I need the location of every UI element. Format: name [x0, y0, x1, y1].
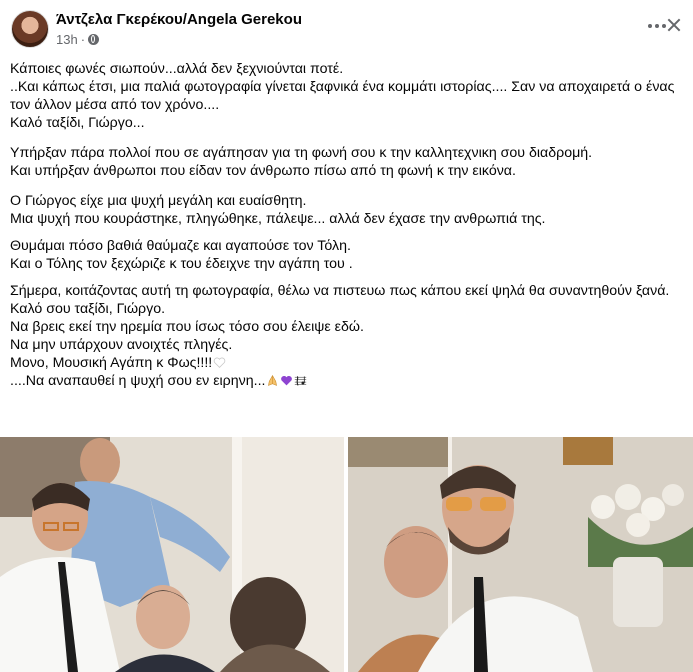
- globe-icon: [88, 34, 100, 45]
- author-avatar[interactable]: [11, 10, 49, 48]
- photo-1-image: [0, 437, 344, 672]
- author-name[interactable]: Άντζελα Γκερέκου/Angela Gerekou: [56, 11, 302, 28]
- post-photo-1[interactable]: [0, 437, 344, 672]
- white-heart-emoji: [214, 357, 226, 368]
- musical-score-emoji: [295, 376, 307, 386]
- paragraph-2: Υπήρξαν πάρα πολλοί που σε αγάπησαν για …: [10, 145, 593, 179]
- close-icon[interactable]: [663, 14, 685, 36]
- post-text: Κάποιες φωνές σιωπούν...αλλά δεν ξεχνιού…: [10, 60, 685, 399]
- post-time[interactable]: 13h: [56, 32, 78, 47]
- purple-heart-emoji: [281, 375, 293, 386]
- paragraph-5: Σήμερα, κοιτάζοντας αυτή τη φωτογραφία, …: [10, 283, 670, 389]
- post-photos: [0, 437, 693, 672]
- post-photo-2[interactable]: [348, 437, 693, 672]
- photo-2-image: [348, 437, 693, 672]
- praying-hands-emoji: [268, 375, 278, 386]
- paragraph-4: Θυμάμαι πόσο βαθιά θαύμαζε και αγαπούσε …: [10, 238, 353, 272]
- paragraph-1: Κάποιες φωνές σιωπούν...αλλά δεν ξεχνιού…: [10, 61, 675, 131]
- post-header: Άντζελα Γκερέκου/Angela Gerekou 13h ·: [8, 6, 685, 50]
- paragraph-3: Ο Γιώργος είχε μια ψυχή μεγάλη και ευαίσ…: [10, 193, 546, 227]
- post-meta: 13h ·: [56, 32, 100, 47]
